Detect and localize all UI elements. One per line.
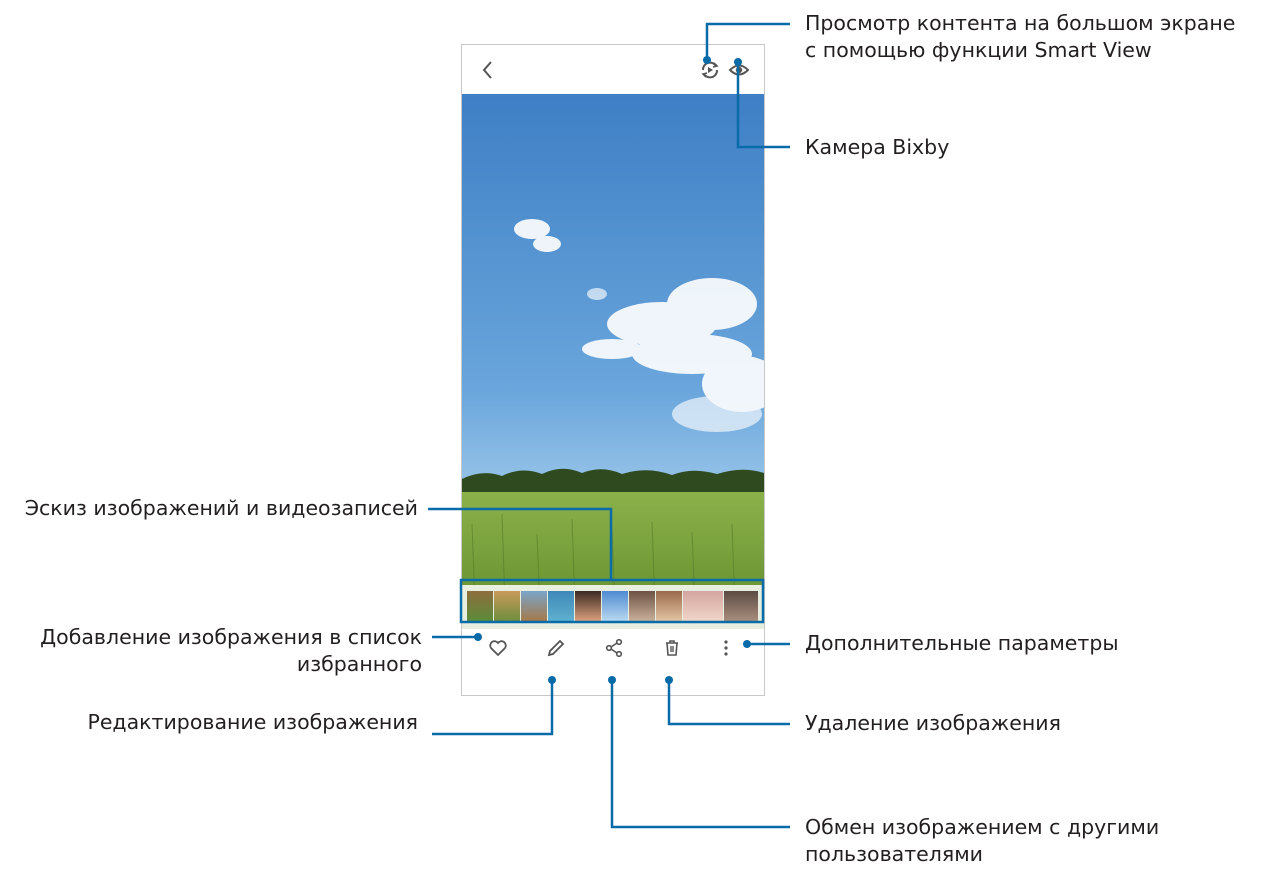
callout-label-bixby-vision: Камера Bixby [805,134,949,161]
callout-text: Редактирование изображения [87,710,418,734]
callout-text: Обмен изображением с другими [805,815,1160,839]
callout-line-thumbnails [428,507,613,580]
callout-text: Добавление изображения в список [40,625,422,649]
callout-text: Просмотр контента на большом экране [805,11,1236,35]
callout-text: Камера Bixby [805,135,950,159]
callout-lines [428,22,790,829]
callout-label-edit: Редактирование изображения [6,709,418,736]
callout-label-share: Обмен изображением с другими пользовател… [805,814,1159,868]
callout-label-more-options: Дополнительные параметры [805,630,1119,657]
callout-line-smart-view [705,22,790,60]
callout-text: с помощью функции Smart View [805,38,1152,62]
callout-text: избранного [296,652,422,676]
thumbnail-highlight-box [459,578,765,624]
callout-text: Дополнительные параметры [805,631,1119,655]
callout-line-edit [432,680,554,736]
callout-text: пользователями [805,842,983,866]
callout-label-favorite: Добавление изображения в список избранно… [6,624,422,678]
callout-label-delete: Удаление изображения [805,710,1061,737]
callout-line-delete [667,680,790,726]
callout-label-thumbnails: Эскиз изображений и видеозаписей [6,495,418,522]
callout-line-share [610,680,790,829]
callout-text: Удаление изображения [805,711,1061,735]
callout-line-bixby-vision [736,62,790,149]
callout-text: Эскиз изображений и видеозаписей [24,496,418,520]
callout-label-smart-view: Просмотр контента на большом экране с по… [805,10,1235,64]
